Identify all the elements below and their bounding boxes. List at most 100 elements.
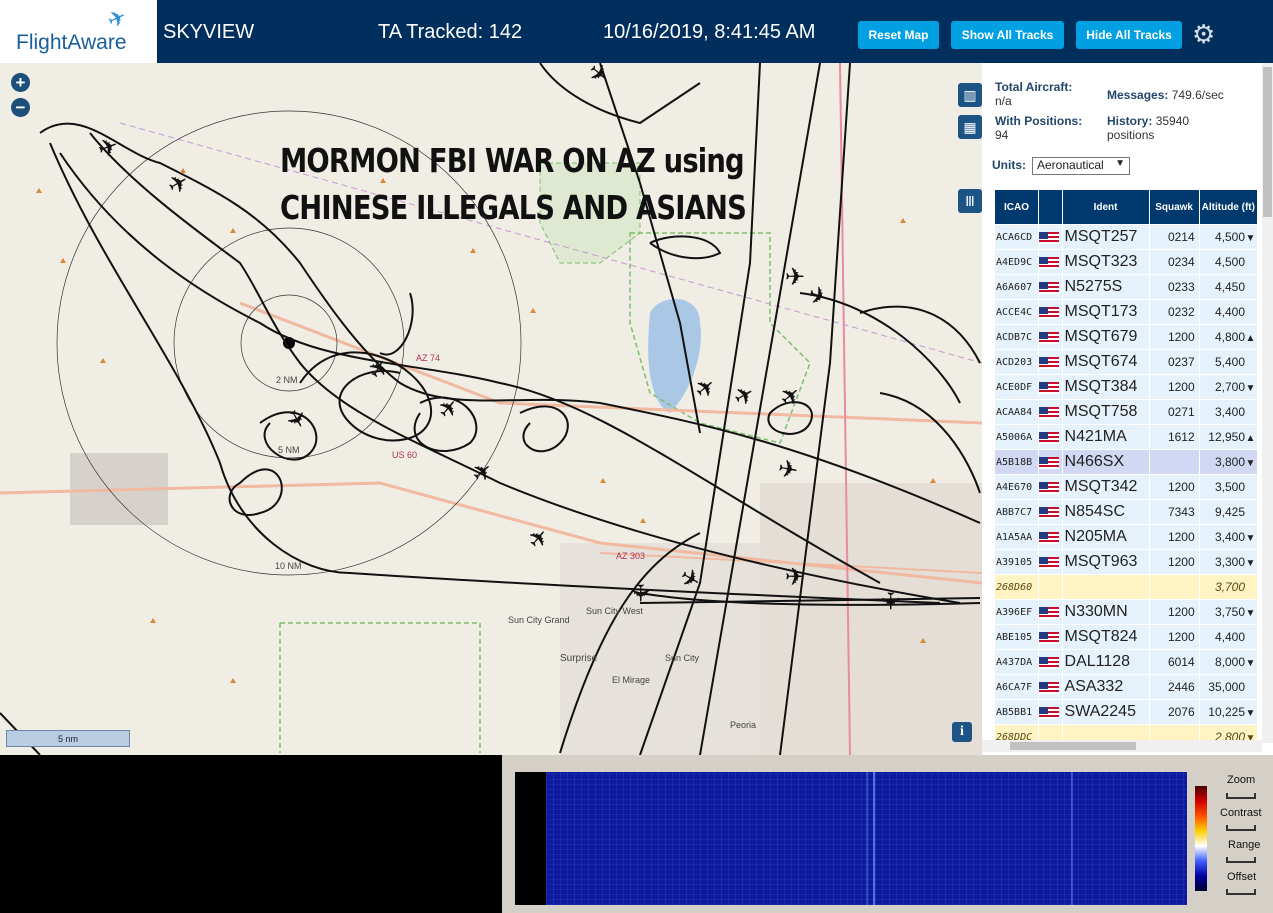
altitude-cell: 4,450: [1199, 275, 1257, 299]
column-toggle-icon[interactable]: Ⅲ: [958, 189, 982, 213]
table-row[interactable]: A1A5AA N205MA 1200 3,400▼: [995, 525, 1257, 549]
altitude-value: 3,400: [1214, 405, 1245, 419]
table-row[interactable]: ABE105 MSQT824 1200 4,400: [995, 625, 1257, 649]
us-flag-icon: [1039, 231, 1059, 244]
table-row[interactable]: AB5BB1 SWA2245 2076 10,225▼: [995, 700, 1257, 724]
aircraft-icon[interactable]: ✈: [876, 591, 904, 611]
waterfall-display[interactable]: [515, 772, 1187, 905]
us-flag-icon: [1039, 406, 1059, 419]
horizontal-scrollbar[interactable]: [982, 740, 1262, 752]
col-header-altitude[interactable]: Altitude (ft): [1199, 190, 1257, 224]
flightaware-logo[interactable]: ✈ FlightAware: [0, 0, 157, 63]
altitude-cell: 8,000▼: [1199, 650, 1257, 674]
aircraft-icon[interactable]: ✈: [582, 63, 615, 91]
empty-bottom-pane: [0, 755, 502, 913]
table-row[interactable]: ACD203 MSQT674 0237 5,400: [995, 350, 1257, 374]
table-row[interactable]: A4ED9C MSQT323 0234 4,500: [995, 250, 1257, 274]
aircraft-icon[interactable]: ✈: [362, 353, 396, 384]
altitude-cell: 4,400: [1199, 625, 1257, 649]
us-flag-icon: [1039, 381, 1059, 394]
table-row[interactable]: ACCE4C MSQT173 0232 4,400: [995, 300, 1257, 324]
units-select[interactable]: Aeronautical ▼: [1032, 157, 1130, 175]
table-row[interactable]: ACAA84 MSQT758 0271 3,400: [995, 400, 1257, 424]
altitude-value: 4,400: [1214, 630, 1245, 644]
ident-cell: MSQT257: [1062, 225, 1149, 249]
icao-cell: A5B18B: [995, 450, 1038, 474]
offset-slider[interactable]: [1226, 889, 1256, 895]
flag-cell: [1039, 350, 1062, 374]
info-icon[interactable]: i: [952, 722, 972, 742]
zoom-in-button[interactable]: +: [11, 73, 30, 92]
altitude-value: 4,400: [1214, 305, 1245, 319]
aircraft-icon[interactable]: ✈: [776, 454, 801, 485]
aircraft-icon[interactable]: ✈: [279, 404, 313, 435]
flag-cell: [1039, 375, 1062, 399]
squawk-cell: 1200: [1149, 600, 1199, 624]
gear-icon[interactable]: ⚙: [1192, 19, 1215, 50]
with-positions-label: With Positions:: [995, 114, 1083, 128]
contrast-slider[interactable]: [1226, 825, 1256, 831]
table-row[interactable]: A5006A N421MA 1612 12,950▲: [995, 425, 1257, 449]
us-flag-icon: [1039, 531, 1059, 544]
scrollbar-thumb[interactable]: [1010, 742, 1136, 750]
table-row[interactable]: ACDB7C MSQT679 1200 4,800▲: [995, 325, 1257, 349]
show-all-tracks-button[interactable]: Show All Tracks: [951, 21, 1064, 49]
range-slider[interactable]: [1226, 857, 1256, 863]
aircraft-icon[interactable]: ✈: [466, 455, 499, 489]
aircraft-icon[interactable]: ✈: [785, 263, 805, 291]
table-row[interactable]: A39105 MSQT963 1200 3,300▼: [995, 550, 1257, 574]
messages-value: 749.6/sec: [1171, 88, 1224, 102]
col-header-squawk[interactable]: Squawk: [1149, 190, 1199, 224]
col-header-icao[interactable]: ICAO: [995, 190, 1038, 224]
table-row[interactable]: ABB7C7 N854SC 7343 9,425: [995, 500, 1257, 524]
altitude-value: 5,400: [1214, 355, 1245, 369]
aircraft-icon[interactable]: ✈: [804, 280, 832, 313]
total-aircraft-value: n/a: [995, 94, 1012, 108]
col-header-flag[interactable]: [1039, 190, 1062, 224]
contrast-label: Contrast: [1220, 807, 1262, 819]
table-row[interactable]: ACE0DF MSQT384 1200 2,700▼: [995, 375, 1257, 399]
grid-overlay-icon[interactable]: ▦: [958, 115, 982, 139]
hide-all-tracks-button[interactable]: Hide All Tracks: [1076, 21, 1182, 49]
scrollbar-thumb[interactable]: [1263, 67, 1272, 217]
history-unit: positions: [1107, 128, 1155, 142]
icao-cell: A6A607: [995, 275, 1038, 299]
zoom-slider[interactable]: [1226, 793, 1256, 799]
icao-cell: A396EF: [995, 600, 1038, 624]
table-row[interactable]: A4E670 MSQT342 1200 3,500: [995, 475, 1257, 499]
aircraft-icon[interactable]: ✈: [729, 379, 760, 413]
table-row[interactable]: A437DA DAL1128 6014 8,000▼: [995, 650, 1257, 674]
zoom-label: Zoom: [1227, 774, 1256, 786]
vertical-scrollbar[interactable]: [1262, 63, 1273, 743]
table-row[interactable]: A6CA7F ASA332 2446 35,000: [995, 675, 1257, 699]
range-label: Range: [1228, 839, 1261, 851]
table-row[interactable]: ACA6CD MSQT257 0214 4,500▼: [995, 225, 1257, 249]
ident-cell: MSQT323: [1062, 250, 1149, 274]
table-row[interactable]: A5B18B N466SX 3,800▼: [995, 450, 1257, 474]
us-flag-icon: [1039, 706, 1059, 719]
aircraft-icon[interactable]: ✈: [774, 379, 807, 413]
history-value: 35940: [1155, 114, 1190, 128]
table-row[interactable]: A6A607 N5275S 0233 4,450: [995, 275, 1257, 299]
aircraft-icon[interactable]: ✈: [94, 131, 122, 164]
aircraft-icon[interactable]: ✈: [522, 522, 556, 555]
reset-map-button[interactable]: Reset Map: [858, 21, 939, 49]
aircraft-icon[interactable]: ✈: [163, 167, 194, 201]
col-header-ident[interactable]: Ident: [1062, 190, 1149, 224]
squawk-cell: 1200: [1149, 475, 1199, 499]
zoom-out-button[interactable]: −: [11, 98, 30, 117]
altitude-value: 3,400: [1214, 530, 1245, 544]
table-row[interactable]: 268D60 3,700: [995, 575, 1257, 599]
range-label-5nm: 5 NM: [278, 445, 300, 455]
aircraft-icon[interactable]: ✈: [626, 583, 654, 603]
table-row[interactable]: A396EF N330MN 1200 3,750▼: [995, 600, 1257, 624]
units-label: Units:: [992, 158, 1026, 172]
ident-cell: SWA2245: [1062, 700, 1149, 724]
altitude-value: 2,700: [1214, 380, 1245, 394]
map-layers-icon[interactable]: ▥: [958, 83, 982, 107]
map-view[interactable]: ✈ ✈ ✈ ✈ ✈ ✈ ✈ ✈ ✈ ✈ ✈ ✈ ✈ ✈ ✈ ✈ ✈ ✈ 2 NM…: [0, 63, 982, 755]
flag-cell: [1039, 400, 1062, 424]
ident-cell: MSQT342: [1062, 475, 1149, 499]
altitude-value: 3,500: [1214, 480, 1245, 494]
aircraft-icon[interactable]: ✈: [785, 563, 805, 591]
